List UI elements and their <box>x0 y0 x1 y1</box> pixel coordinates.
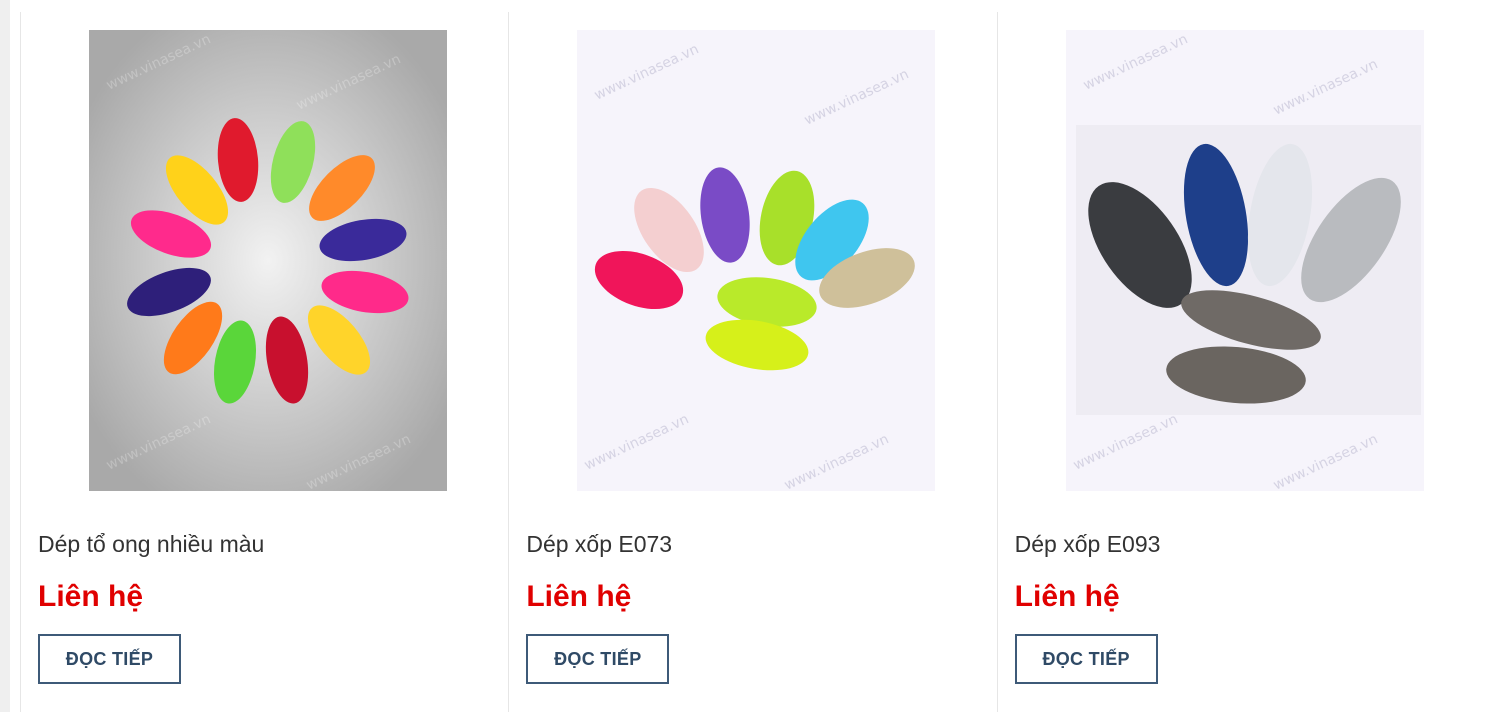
product-grid: www.vinasea.vn www.vinasea.vn www.vinase… <box>20 12 1485 712</box>
product-price: Liên hệ <box>38 580 144 613</box>
product-image[interactable]: www.vinasea.vn www.vinasea.vn www.vinase… <box>89 30 447 491</box>
product-card: www.vinasea.vn www.vinasea.vn www.vinase… <box>996 12 1485 712</box>
read-more-button[interactable]: ĐỌC TIẾP <box>526 634 670 684</box>
read-more-button[interactable]: ĐỌC TIẾP <box>38 634 181 684</box>
product-price: Liên hệ <box>526 580 632 613</box>
product-price: Liên hệ <box>1014 580 1120 613</box>
product-title[interactable]: Dép xốp E073 <box>526 531 672 558</box>
product-image[interactable]: www.vinasea.vn www.vinasea.vn www.vinase… <box>1065 30 1424 491</box>
product-title[interactable]: Dép xốp E093 <box>1015 531 1161 558</box>
product-title[interactable]: Dép tổ ong nhiều màu <box>38 531 264 558</box>
left-gutter <box>0 0 10 712</box>
colorful-slippers-circle-image: www.vinasea.vn www.vinasea.vn www.vinase… <box>89 30 447 491</box>
product-card: www.vinasea.vn www.vinasea.vn www.vinase… <box>20 12 508 712</box>
read-more-button[interactable]: ĐỌC TIẾP <box>1014 634 1158 684</box>
colorful-clogs-fan-image: www.vinasea.vn www.vinasea.vn www.vinase… <box>577 30 936 491</box>
product-image[interactable]: www.vinasea.vn www.vinasea.vn www.vinase… <box>577 30 936 491</box>
product-card: www.vinasea.vn www.vinasea.vn www.vinase… <box>508 12 996 712</box>
dark-clogs-image: www.vinasea.vn www.vinasea.vn www.vinase… <box>1065 30 1424 491</box>
